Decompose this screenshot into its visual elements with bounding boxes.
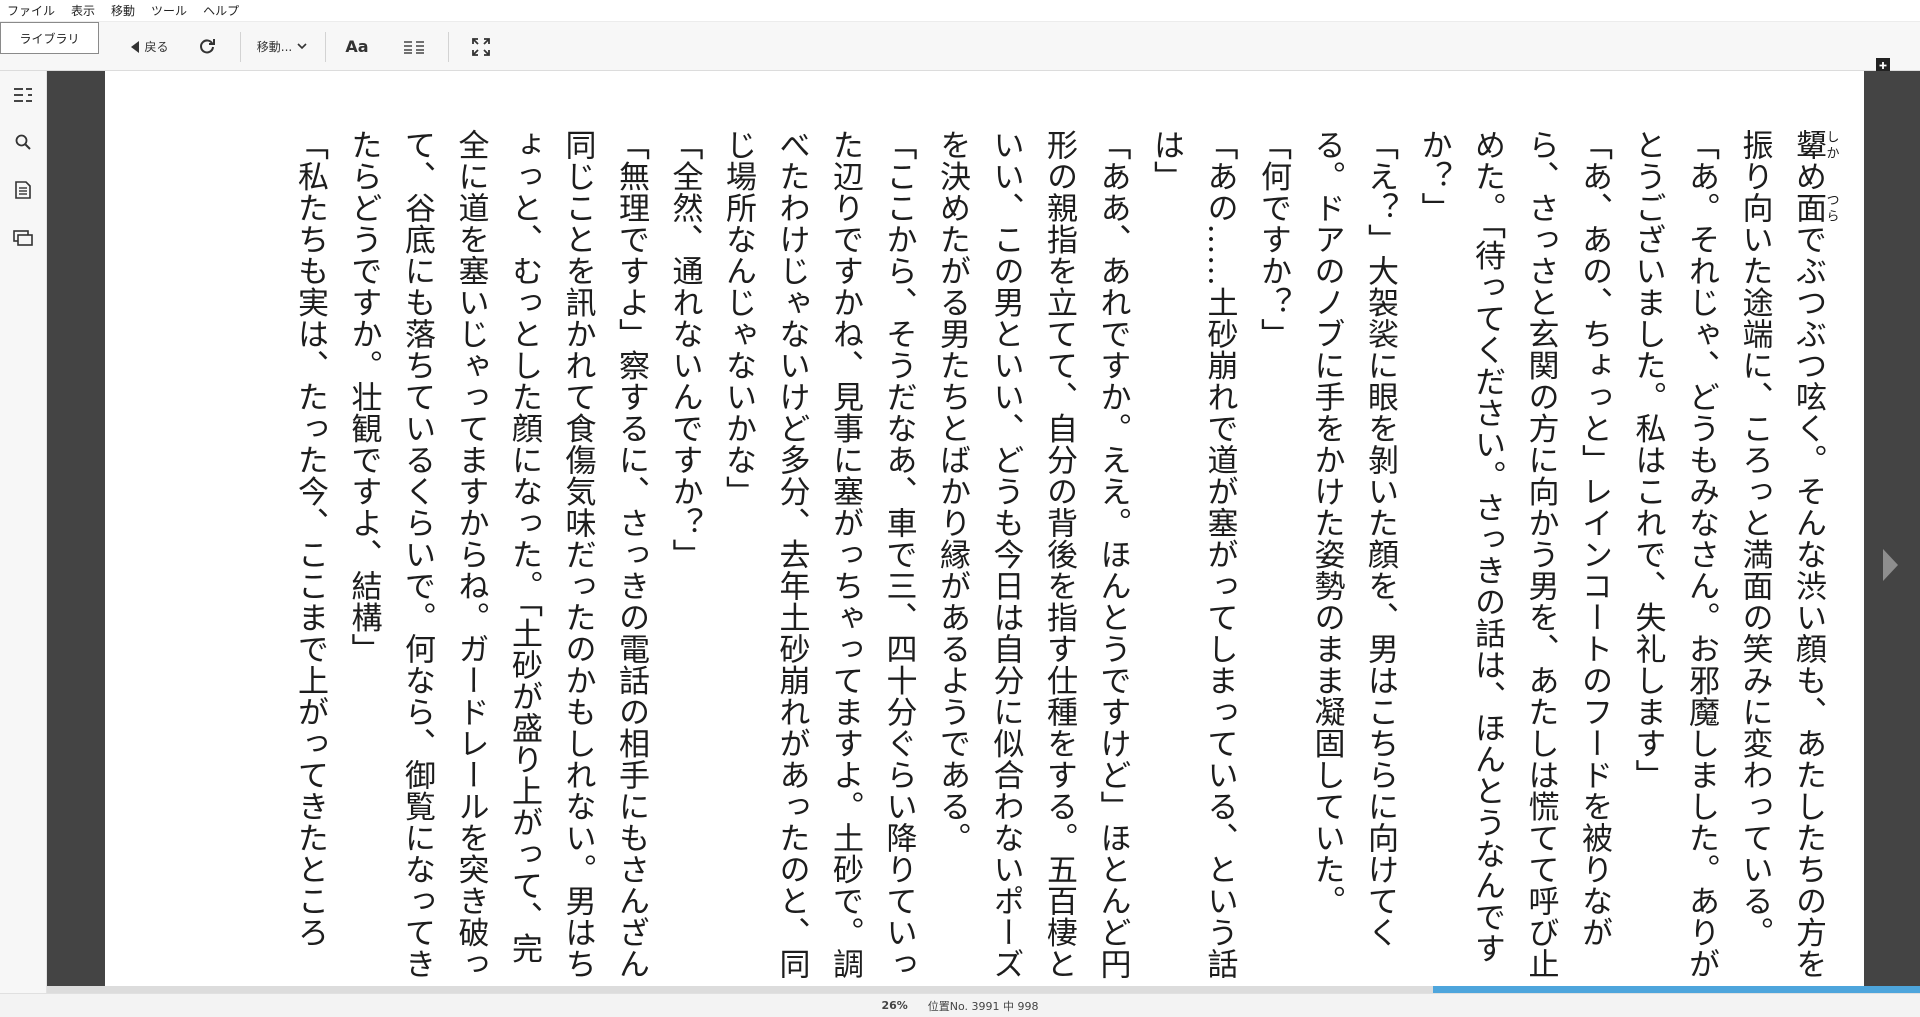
menu-bar: ファイル 表示 移動 ツール ヘルプ	[0, 0, 1920, 22]
toolbar-divider	[240, 32, 241, 62]
reader-gutter-left	[47, 71, 105, 993]
back-button-label: 戻る	[144, 40, 169, 54]
paragraph: 「ああ、あれですか。ええ。ほんとうですけど」ほとんど円形の親指を立てて、自分の背…	[934, 129, 1131, 980]
menu-file[interactable]: ファイル	[0, 0, 63, 22]
paragraph-text: でぶつぶつ呟く。そんな渋い顔も、あたしたちの方を振り向いた途端に、ころっと満面の…	[1736, 129, 1827, 980]
paragraph: 「あの……土砂崩れで道が塞がってしまっている、という話は」	[1148, 129, 1238, 980]
font-settings-label: Aa	[345, 37, 369, 56]
toolbar: ライブラリ 戻る 移動... Aa	[0, 22, 1920, 78]
goto-menu-button[interactable]: 移動...	[252, 22, 312, 71]
back-button[interactable]: 戻る	[126, 22, 174, 71]
location-readout: 位置No. 3991 中 998	[927, 999, 1039, 1013]
book-text: 顰しかめ面つらでぶつぶつ呟く。そんな渋い顔も、あたしたちの方を振り向いた途端に、…	[283, 129, 1839, 989]
column-view-button[interactable]	[400, 22, 428, 71]
table-of-contents-button[interactable]	[8, 80, 38, 110]
paragraph: 「無理ですよ」察するに、さっきの電話の相手にもさんざん同じことを訊かれて食傷気味…	[345, 129, 650, 980]
notes-icon	[15, 181, 31, 199]
notes-button[interactable]	[8, 175, 38, 205]
sidebar	[0, 71, 47, 993]
progress-percent: 26%	[881, 999, 908, 1012]
paragraph: 「え？」大袈裟に眼を剝いた顔を、男はこちらに向けてくる。ドアのノブに手をかけた姿…	[1308, 129, 1399, 948]
flashcards-icon	[13, 230, 33, 246]
sync-button[interactable]	[194, 22, 220, 71]
font-settings-button[interactable]: Aa	[342, 22, 372, 71]
reading-progress-fill	[1433, 986, 1920, 993]
reader-gutter-right	[1864, 71, 1920, 993]
refresh-icon	[200, 38, 215, 53]
menu-help[interactable]: ヘルプ	[195, 0, 247, 22]
fullscreen-button[interactable]	[468, 22, 494, 71]
ruby-word: 面つら	[1790, 192, 1839, 224]
next-page-icon[interactable]	[1883, 549, 1898, 581]
paragraph: 顰しかめ面つらでぶつぶつ呟く。そんな渋い顔も、あたしたちの方を振り向いた途端に、…	[1736, 129, 1839, 980]
paragraph: 「ここから、そうだなあ、車で三、四十分ぐらい降りていった辺りですかね、見事に塞が…	[720, 129, 917, 980]
search-icon	[15, 134, 31, 150]
flashcards-button[interactable]	[8, 223, 38, 253]
fullscreen-icon	[472, 37, 490, 56]
chevron-down-icon	[297, 43, 307, 50]
back-arrow-icon	[131, 40, 140, 53]
toolbar-divider	[325, 32, 326, 62]
search-button[interactable]	[8, 127, 38, 157]
menu-go[interactable]: 移動	[103, 0, 143, 22]
paragraph: 「私たちも実は、たった今、ここまで上がってきたところ	[292, 129, 328, 948]
paragraph: 「何ですか？」	[1255, 129, 1291, 350]
menu-view[interactable]: 表示	[63, 0, 103, 22]
paragraph: 「あ。それじゃ、どうもみなさん。お邪魔しました。ありがとうございました。私はこれ…	[1629, 129, 1720, 980]
menu-tools[interactable]: ツール	[143, 0, 195, 22]
ruby-word: 顰しか	[1790, 129, 1839, 161]
book-page: 顰しかめ面つらでぶつぶつ呟く。そんな渋い顔も、あたしたちの方を振り向いた途端に、…	[105, 71, 1864, 993]
toolbar-divider	[448, 32, 449, 62]
library-button-label: ライブラリ	[19, 31, 80, 46]
paragraph: 「全然、通れないんですか？」	[666, 129, 703, 570]
library-button[interactable]: ライブラリ	[0, 22, 99, 54]
goto-menu-label: 移動...	[256, 40, 293, 54]
columns-icon	[404, 40, 424, 54]
toc-icon	[14, 88, 32, 102]
paragraph: 「あ、あの、ちょっと」レインコートのフードを被りながら、さっさと玄関の方に向かう…	[1415, 129, 1613, 980]
status-bar: 26% 位置No. 3991 中 998	[0, 993, 1920, 1017]
